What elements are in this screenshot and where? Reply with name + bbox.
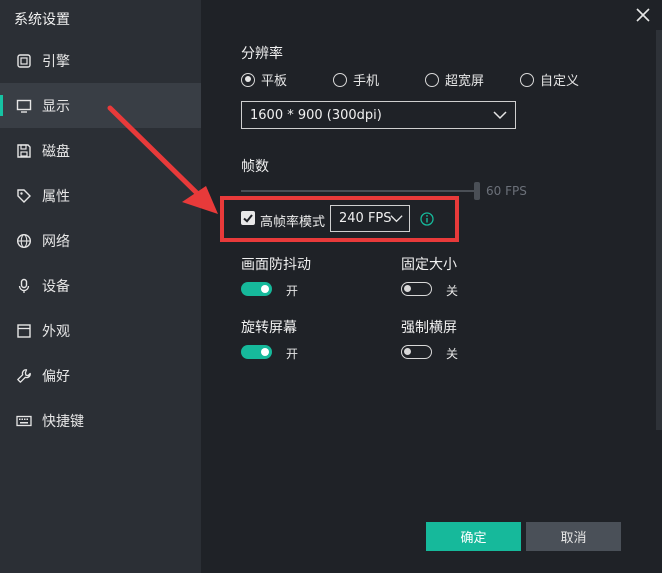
window-icon [16, 323, 32, 339]
engine-icon [16, 53, 32, 69]
resolution-select-value: 1600 * 900 (300dpi) [250, 107, 382, 123]
fps-slider-track[interactable] [241, 190, 477, 192]
sidebar-item-label: 外观 [42, 323, 70, 340]
force-landscape-state: 关 [446, 347, 459, 361]
radio-indicator [520, 72, 535, 87]
anti-shake-toggle[interactable] [241, 282, 272, 296]
fixed-size-toggle[interactable] [401, 282, 432, 296]
radio-label: 平板 [261, 74, 288, 89]
high-fps-label: 高帧率模式 [260, 215, 326, 230]
force-landscape-label: 强制横屏 [401, 320, 457, 336]
fps-slider-value: 60 FPS [486, 184, 527, 198]
resolution-mode-group: 平板 手机 超宽屏 自定义 [241, 70, 625, 89]
display-icon [16, 98, 32, 114]
sidebar-item-label: 属性 [42, 188, 70, 205]
sidebar-item-label: 设备 [42, 278, 70, 295]
display-settings-panel: 分辨率 平板 手机 超宽屏 自定义 1600 * 900 (300dpi) 帧数… [201, 0, 662, 573]
radio-custom[interactable]: 自定义 [520, 70, 579, 89]
rotate-screen-label: 旋转屏幕 [241, 320, 297, 336]
sidebar-nav: 引擎 显示 磁盘 属性 网络 设备 外观 偏好 快捷键 [0, 38, 201, 443]
sidebar: 系统设置 引擎 显示 磁盘 属性 网络 设备 外观 偏好 快捷键 [0, 0, 201, 573]
chevron-down-icon [493, 111, 507, 120]
sidebar-item-label: 快捷键 [42, 413, 84, 430]
radio-indicator [241, 72, 255, 87]
scrollbar[interactable] [656, 30, 662, 430]
sidebar-item-label: 网络 [42, 233, 70, 250]
sidebar-item-engine[interactable]: 引擎 [0, 38, 201, 83]
sidebar-item-properties[interactable]: 属性 [0, 173, 201, 218]
sidebar-item-disk[interactable]: 磁盘 [0, 128, 201, 173]
close-button[interactable] [634, 6, 652, 24]
sidebar-item-label: 显示 [42, 98, 70, 115]
radio-indicator [333, 72, 348, 87]
rotate-screen-toggle[interactable] [241, 345, 272, 359]
radio-label: 手机 [353, 74, 380, 89]
sidebar-item-shortcuts[interactable]: 快捷键 [0, 398, 201, 443]
sidebar-item-label: 偏好 [42, 368, 70, 385]
wrench-icon [16, 368, 32, 384]
window-title: 系统设置 [14, 12, 70, 28]
fps-slider-handle[interactable] [474, 182, 480, 200]
chevron-down-icon [390, 215, 403, 223]
radio-phone[interactable]: 手机 [333, 70, 379, 89]
fixed-size-label: 固定大小 [401, 257, 457, 273]
anti-shake-label: 画面防抖动 [241, 257, 311, 273]
sidebar-item-preferences[interactable]: 偏好 [0, 353, 201, 398]
fps-select-value: 240 FPS [339, 211, 392, 226]
radio-tablet[interactable]: 平板 [241, 70, 287, 89]
sidebar-item-label: 磁盘 [42, 143, 70, 160]
radio-indicator [425, 72, 440, 87]
microphone-icon [16, 278, 32, 294]
info-icon[interactable] [420, 212, 434, 226]
sidebar-item-appearance[interactable]: 外观 [0, 308, 201, 353]
radio-label: 自定义 [540, 74, 580, 89]
close-icon [636, 8, 650, 22]
globe-icon [16, 233, 32, 249]
checkmark-icon [243, 214, 253, 223]
fixed-size-state: 关 [446, 284, 459, 298]
resolution-label: 分辨率 [241, 46, 283, 62]
keyboard-icon [16, 413, 32, 429]
fps-select[interactable]: 240 FPS [330, 205, 410, 232]
high-fps-checkbox[interactable] [241, 211, 255, 225]
ok-button[interactable]: 确定 [426, 522, 521, 551]
sidebar-item-label: 引擎 [42, 53, 70, 70]
disk-icon [16, 143, 32, 159]
force-landscape-toggle[interactable] [401, 345, 432, 359]
sidebar-item-device[interactable]: 设备 [0, 263, 201, 308]
resolution-select[interactable]: 1600 * 900 (300dpi) [241, 101, 516, 129]
rotate-screen-state: 开 [286, 347, 299, 361]
radio-label: 超宽屏 [445, 74, 485, 89]
cancel-button[interactable]: 取消 [526, 522, 621, 551]
fps-label: 帧数 [241, 159, 269, 175]
radio-ultrawide[interactable]: 超宽屏 [425, 70, 484, 89]
tag-icon [16, 188, 32, 204]
sidebar-item-network[interactable]: 网络 [0, 218, 201, 263]
sidebar-item-display[interactable]: 显示 [0, 83, 201, 128]
anti-shake-state: 开 [286, 284, 299, 298]
